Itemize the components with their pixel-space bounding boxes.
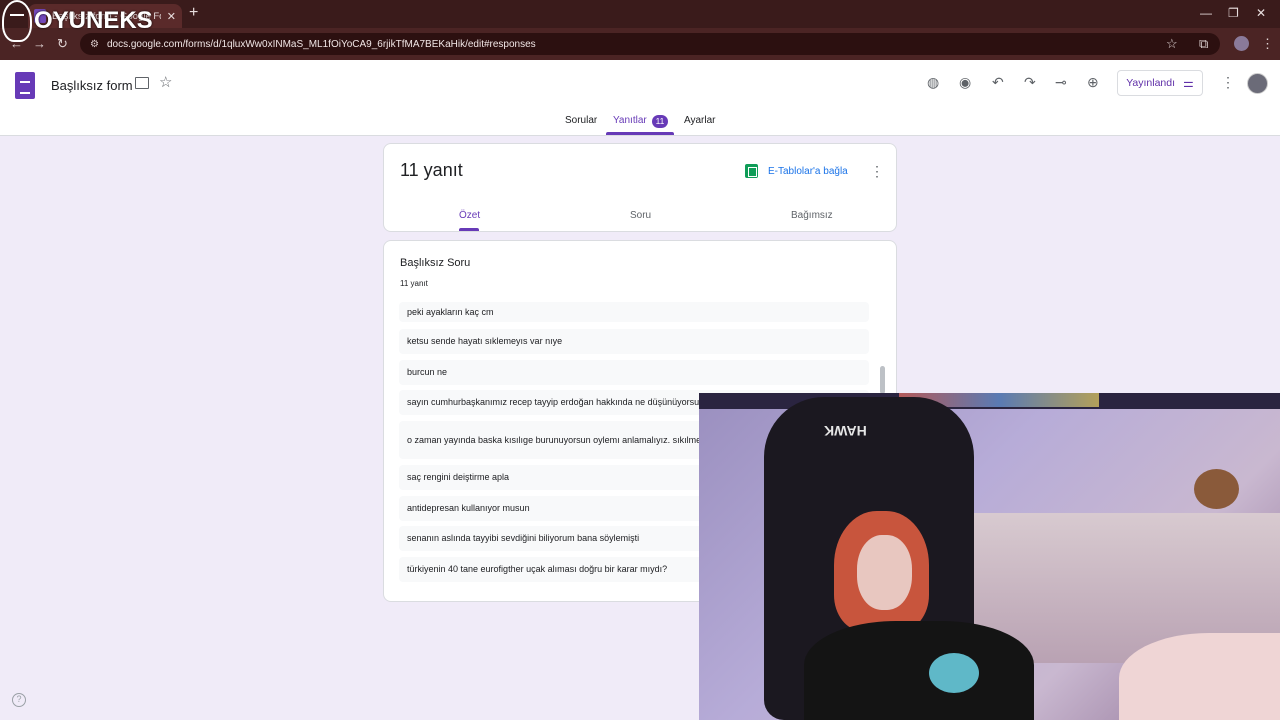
list-item: peki ayakların kaç cm: [399, 302, 869, 322]
browser-tab-bar: Başlıksız form - Google Formlar ✕ + — ❐ …: [0, 0, 1280, 28]
preview-eye-icon[interactable]: ◉: [959, 74, 971, 90]
url-field[interactable]: ⚙ docs.google.com/forms/d/1qluxWw0xINMaS…: [80, 33, 1220, 55]
chair-brand-text: HAWK: [824, 423, 867, 439]
list-item: ketsu sende hayatı sıklemeyıs var nıye: [399, 329, 869, 354]
link-to-sheets-button[interactable]: E-Tablolar'a bağla: [768, 166, 848, 177]
list-item: burcun ne: [399, 360, 869, 385]
subtab-individual[interactable]: Bağımsız: [791, 210, 833, 221]
question-response-count: 11 yanıt: [400, 279, 428, 288]
sheets-icon[interactable]: [745, 164, 758, 178]
user-avatar[interactable]: [1247, 73, 1268, 94]
undo-icon[interactable]: ↶: [992, 74, 1004, 90]
tab-settings[interactable]: Ayarlar: [684, 115, 716, 126]
active-tab-indicator: [606, 132, 674, 135]
tab-close-icon[interactable]: ✕: [167, 10, 176, 23]
question-title: Başlıksız Soru: [400, 257, 471, 269]
window-close-button[interactable]: ✕: [1256, 6, 1266, 20]
add-collaborator-icon[interactable]: ⊕: [1087, 74, 1099, 90]
redo-icon[interactable]: ↷: [1024, 74, 1036, 90]
restore-button[interactable]: ❐: [1228, 6, 1239, 20]
bookmark-star-icon[interactable]: ☆: [1166, 36, 1178, 51]
google-forms-logo-icon[interactable]: [15, 72, 35, 99]
extensions-icon[interactable]: ⧉: [1199, 36, 1208, 51]
tab-questions[interactable]: Sorular: [565, 115, 597, 126]
watermark-face-icon: [2, 0, 32, 42]
url-text: docs.google.com/forms/d/1qluxWw0xINMaS_M…: [106, 38, 536, 50]
star-icon[interactable]: ☆: [159, 75, 172, 91]
subtab-question[interactable]: Soru: [630, 210, 651, 221]
tab-responses[interactable]: Yanıtlar: [613, 115, 647, 126]
webcam-person-face: [857, 535, 912, 610]
webcam-overlay: HAWK: [699, 393, 1280, 720]
folder-icon[interactable]: [135, 77, 149, 89]
watermark-text: OYUNEKS: [34, 7, 153, 34]
tune-icon: ⚌: [1183, 76, 1194, 90]
active-subtab-indicator: [459, 228, 479, 231]
browser-menu-icon[interactable]: ⋮: [1261, 36, 1274, 51]
webcam-person-body: [804, 621, 1034, 720]
subtab-summary[interactable]: Özet: [459, 210, 480, 221]
minimize-button[interactable]: —: [1200, 6, 1212, 20]
response-count-title: 11 yanıt: [400, 160, 463, 180]
published-button[interactable]: Yayınlandı ⚌: [1117, 70, 1203, 96]
browser-profile-avatar[interactable]: [1234, 36, 1249, 51]
shirt-logo-icon: [929, 653, 979, 693]
responses-count-badge: 11: [652, 115, 668, 128]
responses-more-icon[interactable]: ⋮: [870, 163, 884, 179]
link-icon[interactable]: ⊸: [1055, 74, 1067, 90]
help-icon[interactable]: ?: [12, 693, 26, 707]
more-options-icon[interactable]: ⋮: [1221, 74, 1235, 90]
published-label: Yayınlandı: [1126, 77, 1176, 89]
form-title[interactable]: Başlıksız form: [51, 78, 133, 93]
response-list-scrollbar[interactable]: [880, 366, 885, 394]
watermark-logo: OYUNEKS: [2, 0, 153, 42]
new-tab-button[interactable]: +: [189, 5, 198, 21]
webcam-plush-toy: [1194, 469, 1239, 509]
palette-icon[interactable]: ◍: [927, 74, 939, 90]
webcam-person-leg: [1119, 633, 1280, 720]
